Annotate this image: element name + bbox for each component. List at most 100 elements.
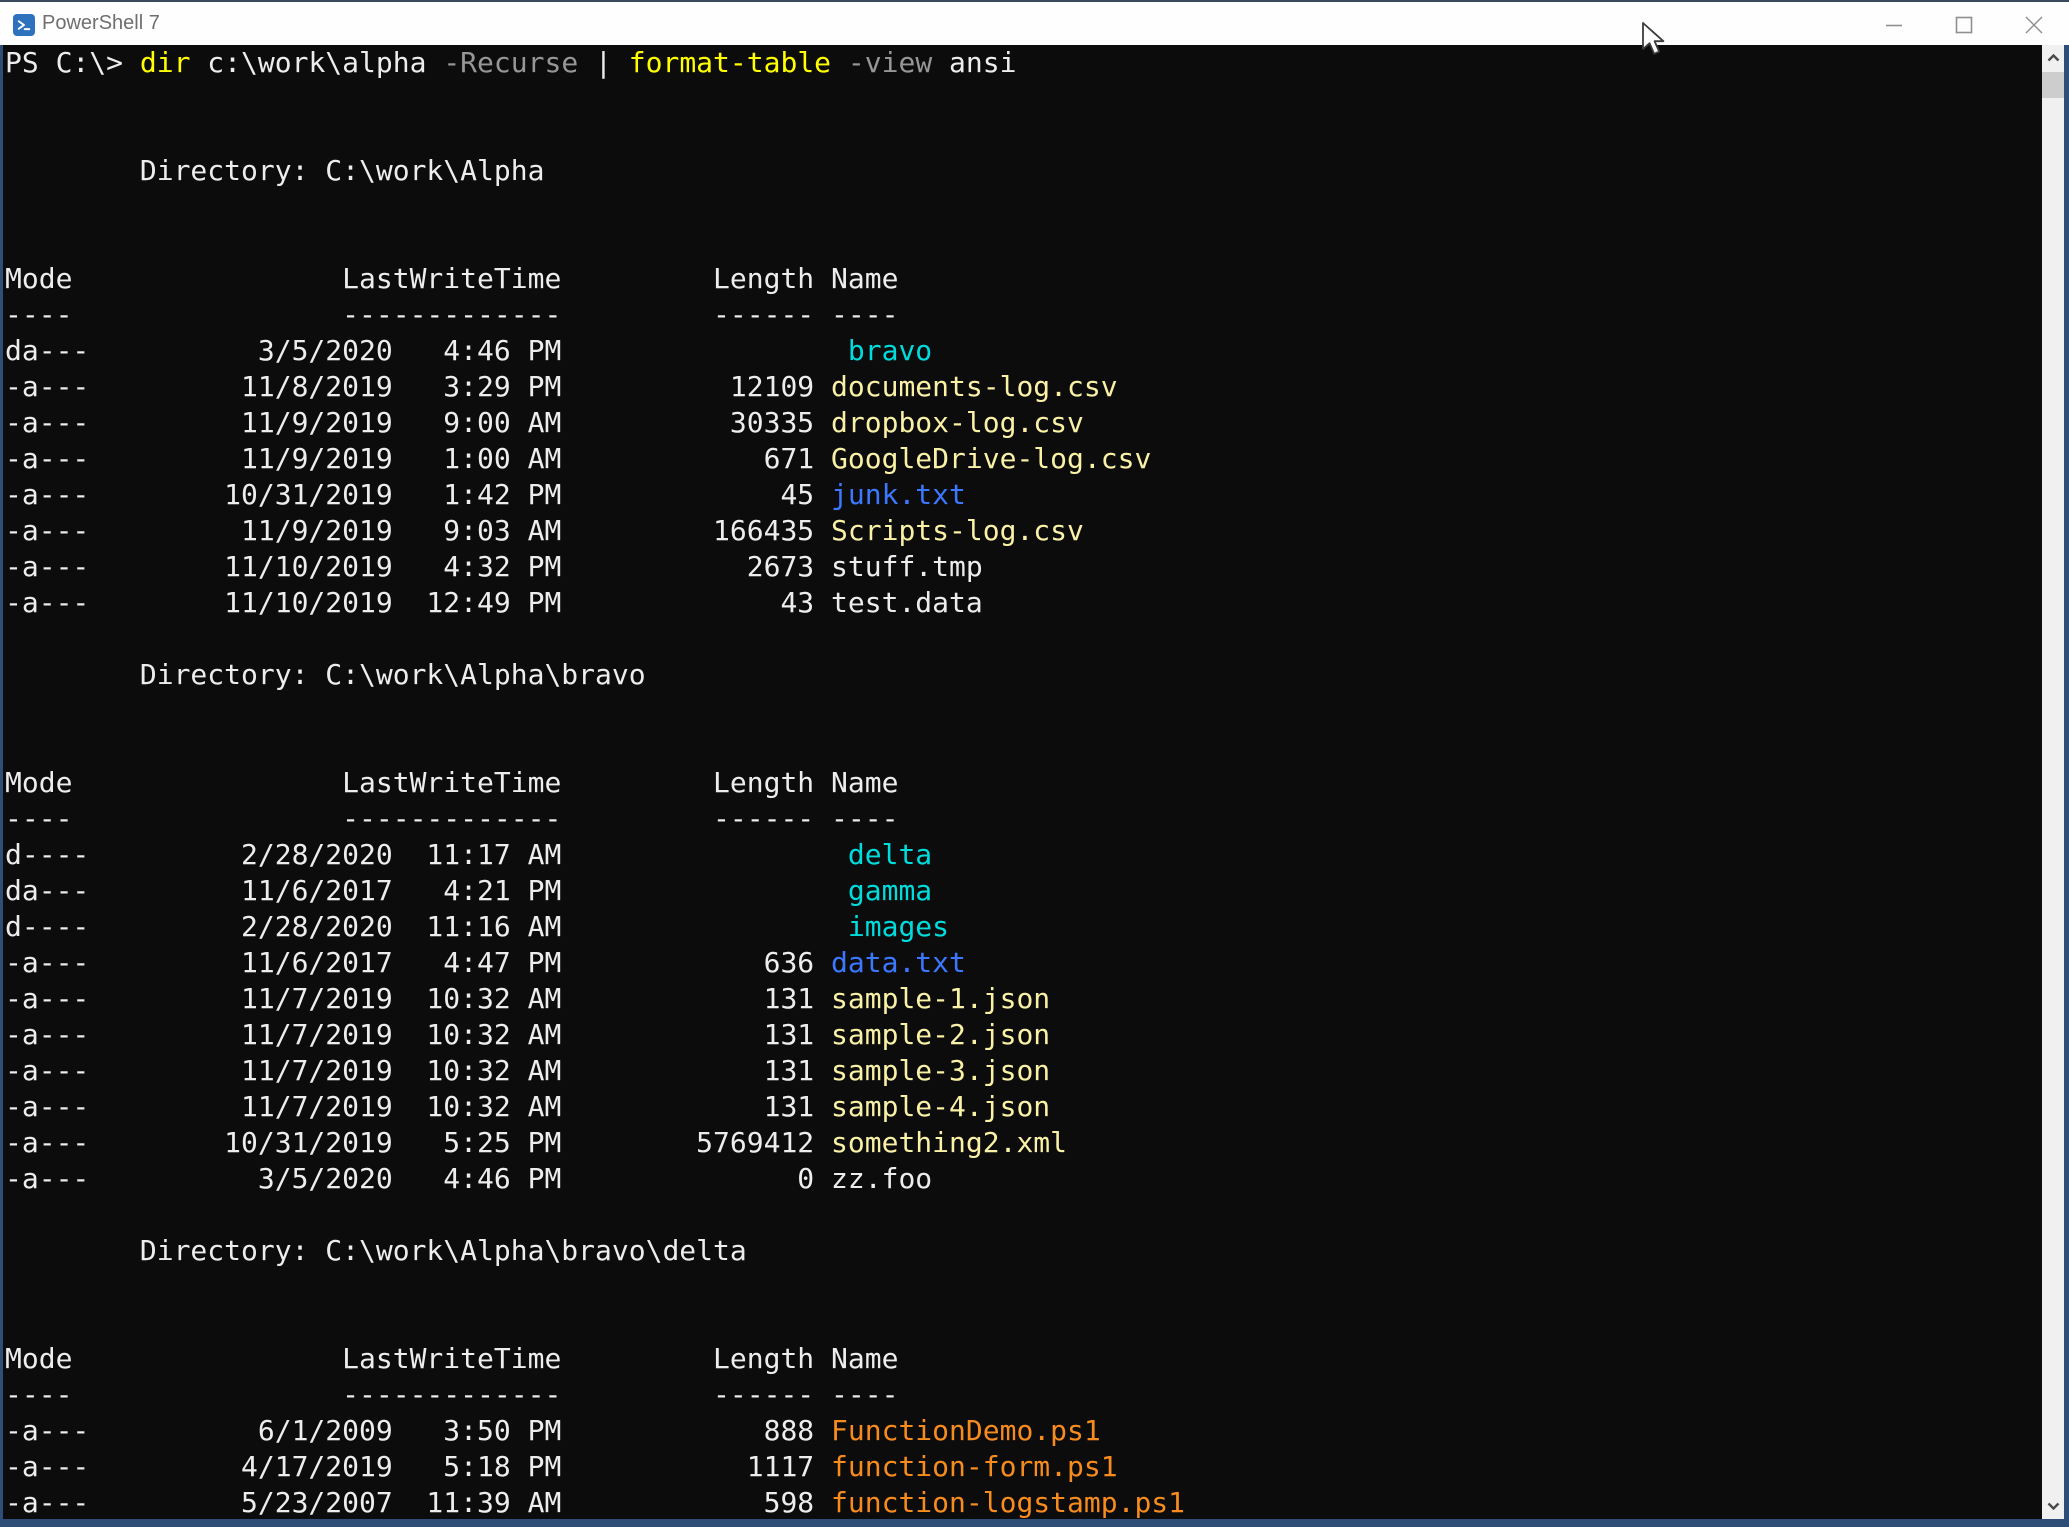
terminal-text-segment: function-logstamp.ps1: [831, 1486, 1185, 1519]
terminal-text-segment: zz.foo: [831, 1162, 932, 1195]
terminal-text-segment: gamma: [848, 874, 932, 907]
terminal-text-segment: d---- 2/28/2020 11:17 AM: [5, 838, 848, 871]
terminal-text-segment: -a--- 6/1/2009 3:50 PM 888: [5, 1414, 831, 1447]
terminal-text-segment: ansi: [932, 46, 1016, 79]
terminal-line: [5, 189, 2042, 225]
terminal-line: PS C:\> dir c:\work\alpha -Recurse | for…: [5, 45, 2042, 81]
terminal-text-segment: |: [578, 46, 629, 79]
minimize-button[interactable]: [1859, 2, 1929, 47]
terminal-line: -a--- 11/9/2019 9:03 AM 166435 Scripts-l…: [5, 513, 2042, 549]
window-controls: [1859, 2, 2069, 47]
terminal-line: -a--- 6/1/2009 3:50 PM 888 FunctionDemo.…: [5, 1413, 2042, 1449]
terminal-line: [5, 693, 2042, 729]
terminal-line: -a--- 11/7/2019 10:32 AM 131 sample-3.js…: [5, 1053, 2042, 1089]
terminal-line: Mode LastWriteTime Length Name: [5, 261, 2042, 297]
window-border-left: [0, 45, 3, 1527]
terminal-text-segment: -a--- 10/31/2019 5:25 PM 5769412: [5, 1126, 831, 1159]
terminal-text-segment: FunctionDemo.ps1: [831, 1414, 1101, 1447]
terminal-text-segment: dropbox-log.csv: [831, 406, 1084, 439]
terminal-line: da--- 3/5/2020 4:46 PM bravo: [5, 333, 2042, 369]
terminal-text-segment: -Recurse: [443, 46, 578, 79]
terminal-line: [5, 621, 2042, 657]
terminal-text-segment: sample-2.json: [831, 1018, 1050, 1051]
terminal-text-segment: test.data: [831, 586, 983, 619]
terminal-line: [5, 117, 2042, 153]
terminal-line: [5, 1305, 2042, 1341]
terminal-text-segment: -a--- 11/7/2019 10:32 AM 131: [5, 1090, 831, 1123]
terminal-text-segment: ---- ------------- ------ ----: [5, 1378, 898, 1411]
terminal-line: -a--- 11/7/2019 10:32 AM 131 sample-1.js…: [5, 981, 2042, 1017]
scrollbar-down-button[interactable]: [2042, 1497, 2064, 1515]
terminal-text-segment: da--- 11/6/2017 4:21 PM: [5, 874, 848, 907]
scrollbar[interactable]: [2042, 45, 2064, 1519]
terminal-text-segment: stuff.tmp: [831, 550, 983, 583]
terminal-text-segment: c:\work\alpha: [190, 46, 443, 79]
terminal-text-segment: images: [848, 910, 949, 943]
terminal-text-segment: -a--- 11/8/2019 3:29 PM 12109: [5, 370, 831, 403]
terminal-text-segment: -a--- 11/7/2019 10:32 AM 131: [5, 1018, 831, 1051]
terminal-text-segment: data.txt: [831, 946, 966, 979]
terminal-text-segment: -a--- 11/9/2019 9:00 AM 30335: [5, 406, 831, 439]
terminal-text-segment: Mode LastWriteTime Length Name: [5, 1342, 898, 1375]
terminal-text-segment: Directory: C:\work\Alpha\bravo\delta: [5, 1234, 747, 1267]
terminal-line: -a--- 11/7/2019 10:32 AM 131 sample-4.js…: [5, 1089, 2042, 1125]
terminal-text-segment: -a--- 3/5/2020 4:46 PM 0: [5, 1162, 831, 1195]
terminal-line: -a--- 11/6/2017 4:47 PM 636 data.txt: [5, 945, 2042, 981]
terminal-line: Mode LastWriteTime Length Name: [5, 765, 2042, 801]
terminal-line: -a--- 10/31/2019 5:25 PM 5769412 somethi…: [5, 1125, 2042, 1161]
terminal-line: -a--- 11/10/2019 12:49 PM 43 test.data: [5, 585, 2042, 621]
terminal-text-segment: -a--- 11/9/2019 1:00 AM 671: [5, 442, 831, 475]
terminal-line: ---- ------------- ------ ----: [5, 1377, 2042, 1413]
close-button[interactable]: [1999, 2, 2069, 47]
terminal-line: -a--- 11/7/2019 10:32 AM 131 sample-2.js…: [5, 1017, 2042, 1053]
terminal-line: -a--- 11/9/2019 9:00 AM 30335 dropbox-lo…: [5, 405, 2042, 441]
terminal-text-segment: -a--- 11/10/2019 12:49 PM 43: [5, 586, 831, 619]
title-bar: PowerShell 7: [0, 0, 2069, 45]
terminal-text-segment: PS C:\>: [5, 46, 140, 79]
scrollbar-thumb[interactable]: [2042, 72, 2064, 98]
terminal-text-segment: ---- ------------- ------ ----: [5, 298, 898, 331]
terminal-text-segment: -a--- 11/10/2019 4:32 PM 2673: [5, 550, 831, 583]
terminal-text-segment: function-form.ps1: [831, 1450, 1118, 1483]
terminal-line: [5, 1197, 2042, 1233]
terminal-line: Directory: C:\work\Alpha: [5, 153, 2042, 189]
terminal-line: -a--- 11/10/2019 4:32 PM 2673 stuff.tmp: [5, 549, 2042, 585]
terminal-line: d---- 2/28/2020 11:16 AM images: [5, 909, 2042, 945]
window-border-bottom: [0, 1519, 2069, 1527]
terminal-text-segment: Directory: C:\work\Alpha\bravo: [5, 658, 646, 691]
terminal-text-segment: -a--- 11/6/2017 4:47 PM 636: [5, 946, 831, 979]
terminal-text-segment: bravo: [848, 334, 932, 367]
terminal-line: [5, 729, 2042, 765]
terminal-line: -a--- 4/17/2019 5:18 PM 1117 function-fo…: [5, 1449, 2042, 1485]
terminal-text-segment: GoogleDrive-log.csv: [831, 442, 1151, 475]
terminal-line: -a--- 11/9/2019 1:00 AM 671 GoogleDrive-…: [5, 441, 2042, 477]
terminal-text-segment: Mode LastWriteTime Length Name: [5, 262, 898, 295]
terminal-line: -a--- 5/23/2007 11:39 AM 598 function-lo…: [5, 1485, 2042, 1519]
scrollbar-up-button[interactable]: [2042, 49, 2064, 67]
maximize-icon: [1955, 16, 1973, 34]
terminal-text-segment: -a--- 11/7/2019 10:32 AM 131: [5, 1054, 831, 1087]
chevron-up-icon: [2047, 54, 2060, 62]
terminal-output: PS C:\> dir c:\work\alpha -Recurse | for…: [3, 45, 2042, 1519]
terminal-text-segment: sample-3.json: [831, 1054, 1050, 1087]
terminal-text-segment: -a--- 11/9/2019 9:03 AM 166435: [5, 514, 831, 547]
window-border-right: [2064, 45, 2069, 1527]
terminal-text-segment: -view: [831, 46, 932, 79]
terminal-text-segment: d---- 2/28/2020 11:16 AM: [5, 910, 848, 943]
terminal-line: -a--- 10/31/2019 1:42 PM 45 junk.txt: [5, 477, 2042, 513]
powershell-icon: [13, 14, 35, 36]
terminal-text-segment: documents-log.csv: [831, 370, 1118, 403]
close-icon: [2025, 16, 2043, 34]
terminal-line: ---- ------------- ------ ----: [5, 297, 2042, 333]
terminal-text-segment: ---- ------------- ------ ----: [5, 802, 898, 835]
terminal-text-segment: -a--- 11/7/2019 10:32 AM 131: [5, 982, 831, 1015]
terminal-text-segment: -a--- 5/23/2007 11:39 AM 598: [5, 1486, 831, 1519]
chevron-down-icon: [2047, 1502, 2060, 1510]
terminal-text-segment: sample-1.json: [831, 982, 1050, 1015]
terminal-line: [5, 225, 2042, 261]
terminal-text-segment: Scripts-log.csv: [831, 514, 1084, 547]
terminal-line: [5, 1269, 2042, 1305]
terminal-line: -a--- 3/5/2020 4:46 PM 0 zz.foo: [5, 1161, 2042, 1197]
maximize-button[interactable]: [1929, 2, 1999, 47]
terminal-text-segment: something2.xml: [831, 1126, 1067, 1159]
